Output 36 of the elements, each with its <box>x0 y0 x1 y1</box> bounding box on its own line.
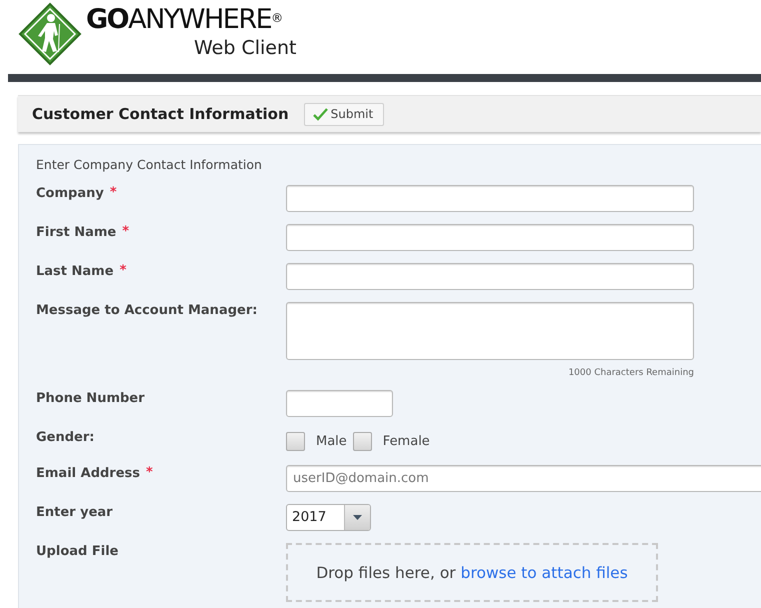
field-label: Last Name <box>36 264 114 280</box>
required-mark: * <box>146 466 153 480</box>
required-mark: * <box>122 225 130 239</box>
phone-field[interactable] <box>286 390 393 417</box>
browse-link[interactable]: browse to attach files <box>460 564 628 582</box>
form-title: Customer Contact Information <box>32 105 289 123</box>
field-label: Gender: <box>36 430 94 446</box>
required-mark: * <box>120 264 126 278</box>
submit-button[interactable]: Submit <box>304 102 384 126</box>
email-field[interactable]: userID@domain.com <box>286 465 761 492</box>
caret-icon <box>353 515 362 520</box>
drop-zone[interactable]: Drop files here, or browse to attach files <box>286 543 658 602</box>
checkbox-label: Female <box>382 434 430 448</box>
logo-icon <box>18 2 82 66</box>
message-field[interactable] <box>286 302 694 360</box>
checkbox-label: Male <box>316 434 347 448</box>
field-label: Upload File <box>36 544 118 560</box>
character-counter: 1000 Characters Remaining <box>567 368 694 378</box>
drop-zone-text: Drop files here, or browse to attach files <box>316 564 628 582</box>
field-label: Enter year <box>36 505 113 521</box>
text-field[interactable] <box>286 224 694 251</box>
checkbox[interactable] <box>286 432 305 450</box>
logo-subtitle: Web Client <box>194 36 296 60</box>
checkmark-icon <box>312 108 328 120</box>
text-field[interactable] <box>286 263 694 290</box>
form-intro: Enter Company Contact Information <box>36 157 263 173</box>
logo-text: GOANYWHERE$^{®}$ <box>86 4 284 36</box>
year-select[interactable]: 2017 <box>286 504 371 531</box>
field-label: Email Address <box>36 466 140 482</box>
field-label: First Name <box>36 225 116 241</box>
field-label: Company <box>36 186 104 202</box>
text-field[interactable] <box>286 185 694 212</box>
field-label: Message to Account Manager: <box>36 303 258 319</box>
field-label: Phone Number <box>36 391 145 407</box>
checkbox[interactable] <box>352 432 372 450</box>
required-mark: * <box>110 186 117 200</box>
